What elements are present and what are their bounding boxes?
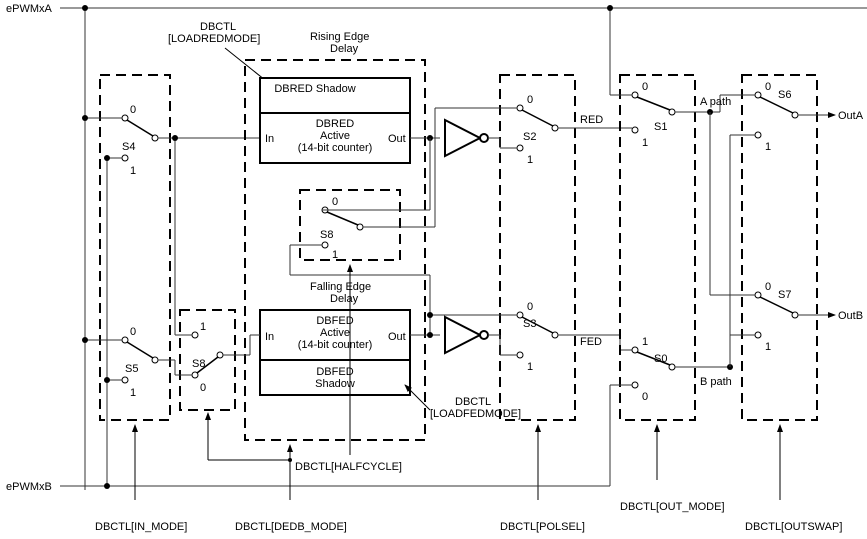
svg-text:In: In — [265, 133, 274, 145]
svg-text:1: 1 — [527, 154, 533, 166]
svg-text:S3: S3 — [523, 318, 536, 330]
svg-text:0: 0 — [130, 326, 136, 338]
svg-text:1: 1 — [527, 361, 533, 373]
label-outa: OutA — [838, 110, 864, 122]
inverter-bot — [445, 317, 488, 353]
label-epwmxb: ePWMxB — [6, 481, 52, 493]
svg-text:1: 1 — [642, 137, 648, 149]
svg-text:In: In — [265, 331, 274, 343]
label-apath: A path — [700, 96, 731, 108]
label-halfcycle: DBCTL[HALFCYCLE] — [295, 461, 402, 473]
svg-text:S6: S6 — [778, 89, 791, 101]
label-outb: OutB — [838, 310, 863, 322]
svg-text:1: 1 — [130, 165, 136, 177]
switch-s8-mid: 0 1 S8 — [300, 190, 400, 261]
label-dedbmode: DBCTL[DEDB_MODE] — [235, 521, 347, 533]
svg-text:S4: S4 — [122, 141, 135, 153]
svg-text:0: 0 — [200, 382, 206, 394]
deadband-diagram: ePWMxA ePWMxB 0 1 S4 0 1 S5 DBCTL[IN_MOD… — [0, 0, 867, 539]
svg-text:S8: S8 — [192, 358, 205, 370]
label-polsel: DBCTL[POLSEL] — [500, 521, 585, 533]
block-dbred: DBRED Shadow DBREDActive(14-bit counter)… — [260, 78, 410, 163]
svg-text:0: 0 — [765, 81, 771, 93]
svg-text:1: 1 — [200, 321, 206, 333]
switch-s2: 0 1 S2 — [517, 94, 558, 166]
label-epwmxa: ePWMxA — [6, 3, 53, 15]
switch-s1: 0 1 S1 — [632, 81, 675, 149]
svg-text:DBFEDShadow: DBFEDShadow — [315, 366, 355, 390]
svg-text:DBRED Shadow: DBRED Shadow — [274, 83, 355, 95]
svg-text:S7: S7 — [778, 289, 791, 301]
svg-text:0: 0 — [130, 104, 136, 116]
svg-text:S1: S1 — [654, 121, 667, 133]
switch-s8-left: 1 0 S8 — [192, 321, 223, 394]
svg-text:1: 1 — [765, 341, 771, 353]
switch-s3: 0 1 S3 — [517, 301, 558, 373]
label-loadred: DBCTL[LOADREDMODE] — [168, 21, 260, 45]
svg-text:1: 1 — [332, 249, 338, 261]
svg-text:Out: Out — [388, 331, 406, 343]
svg-text:0: 0 — [642, 391, 648, 403]
svg-text:1: 1 — [765, 141, 771, 153]
svg-text:0: 0 — [765, 281, 771, 293]
svg-text:0: 0 — [527, 301, 533, 313]
switch-s7: 0 1 S7 — [755, 281, 798, 353]
svg-text:0: 0 — [642, 81, 648, 93]
label-bpath: B path — [700, 376, 732, 388]
switch-s5: 0 1 S5 — [122, 326, 158, 399]
label-rising: Rising EdgeDelay — [310, 31, 369, 55]
switch-s4: 0 1 S4 — [122, 104, 158, 177]
label-inmode: DBCTL[IN_MODE] — [95, 521, 187, 533]
label-fed: FED — [580, 336, 602, 348]
label-loadfed: DBCTL[LOADFEDMODE] — [430, 396, 521, 420]
svg-text:Out: Out — [388, 133, 406, 145]
svg-text:0: 0 — [332, 196, 338, 208]
svg-text:S2: S2 — [523, 131, 536, 143]
svg-text:S8: S8 — [320, 229, 333, 241]
inverter-top — [445, 120, 488, 156]
svg-text:1: 1 — [642, 336, 648, 348]
label-red: RED — [580, 114, 603, 126]
label-outswap: DBCTL[OUTSWAP] — [745, 521, 842, 533]
svg-text:S0: S0 — [654, 353, 667, 365]
label-outmode: DBCTL[OUT_MODE] — [620, 501, 725, 513]
svg-text:1: 1 — [130, 387, 136, 399]
svg-text:0: 0 — [527, 94, 533, 106]
svg-text:S5: S5 — [125, 363, 138, 375]
block-dbfed: DBFEDActive(14-bit counter) In Out DBFED… — [260, 310, 410, 395]
switch-s6: 0 1 S6 — [755, 81, 798, 153]
switch-s0: 1 0 S0 — [632, 336, 675, 403]
label-falling: Falling EdgeDelay — [310, 281, 371, 305]
